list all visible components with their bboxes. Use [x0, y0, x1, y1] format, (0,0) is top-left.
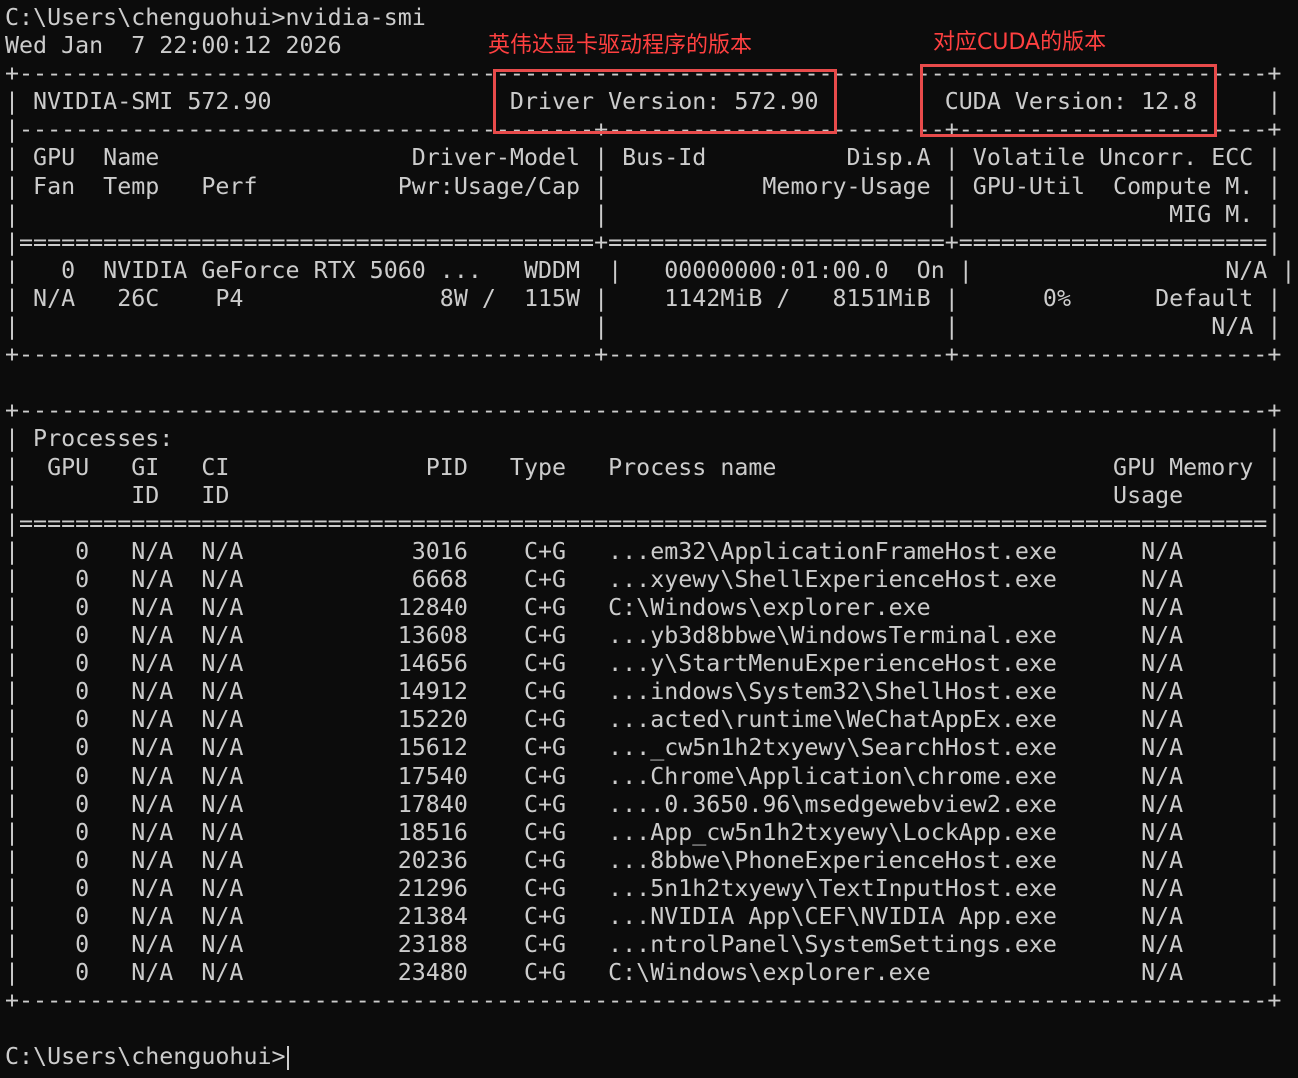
terminal-line: | 0 N/A N/A 23188 C+G ...ntrolPanel\Syst… — [5, 931, 1282, 959]
smi-output: +---------------------------------------… — [5, 60, 1295, 1043]
terminal-line: | GPU Name Driver-Model | Bus-Id Disp.A … — [5, 144, 1282, 172]
terminal-line: | 0 N/A N/A 21384 C+G ...NVIDIA App\CEF\… — [5, 903, 1282, 930]
text-cursor — [286, 1045, 289, 1070]
terminal-line: | 0 N/A N/A 17540 C+G ...Chrome\Applicat… — [5, 762, 1282, 790]
terminal-line: |=======================================… — [5, 228, 1282, 256]
terminal-line: | 0 N/A N/A 14912 C+G ...indows\System32… — [5, 678, 1282, 706]
terminal-line: | N/A 26C P4 8W / 115W | 1142MiB / 8151M… — [5, 284, 1282, 312]
terminal-line: | 0 N/A N/A 18516 C+G ...App_cw5n1h2txye… — [5, 818, 1282, 846]
terminal-line: | 0 N/A N/A 15612 C+G ..._cw5n1h2txyewy\… — [5, 734, 1282, 762]
prompt-text: C:\Users\chenguohui> — [5, 1043, 286, 1071]
terminal-line: | Processes: | — [5, 425, 1282, 453]
terminal-line: | 0 N/A N/A 6668 C+G ...xyewy\ShellExper… — [5, 565, 1282, 593]
final-prompt-line[interactable]: C:\Users\chenguohui> — [5, 1043, 1295, 1071]
cuda-version-annotation: 对应CUDA的版本 — [933, 30, 1107, 55]
command-line: C:\Users\chenguohui>nvidia-smi — [5, 4, 426, 31]
terminal-line: | 0 N/A N/A 12840 C+G C:\Windows\explore… — [5, 593, 1282, 621]
driver-version-highlight-box — [493, 69, 837, 134]
terminal-line: | Fan Temp Perf Pwr:Usage/Cap | Memory-U… — [5, 172, 1282, 200]
terminal-line: | 0 N/A N/A 14656 C+G ...y\StartMenuExpe… — [5, 650, 1282, 678]
terminal-line: | 0 NVIDIA GeForce RTX 5060 ... WDDM | 0… — [5, 256, 1295, 284]
terminal-line: | ID ID Usage | — [5, 481, 1282, 509]
terminal-line: | | | MIG M. | — [5, 200, 1282, 228]
terminal-line: | 0 N/A N/A 23480 C+G C:\Windows\explore… — [5, 959, 1282, 987]
terminal-line: +---------------------------------------… — [5, 987, 1282, 1015]
terminal-line: +---------------------------------------… — [5, 341, 1282, 369]
terminal-line: +---------------------------------------… — [5, 397, 1282, 425]
terminal-line: | 0 N/A N/A 13608 C+G ...yb3d8bbwe\Windo… — [5, 622, 1282, 650]
terminal-line: | GPU GI CI PID Type Process name GPU Me… — [5, 453, 1282, 481]
terminal-line: | 0 N/A N/A 21296 C+G ...5n1h2txyewy\Tex… — [5, 874, 1282, 902]
terminal-line: | 0 N/A N/A 17840 C+G ....0.3650.96\msed… — [5, 790, 1282, 818]
cuda-version-highlight-box — [920, 64, 1217, 137]
terminal-line: | | | N/A | — [5, 313, 1282, 341]
terminal-line: | 0 N/A N/A 20236 C+G ...8bbwe\PhoneExpe… — [5, 846, 1282, 874]
driver-version-annotation: 英伟达显卡驱动程序的版本 — [488, 33, 753, 58]
terminal-line: |=======================================… — [5, 509, 1282, 537]
terminal-line: | 0 N/A N/A 3016 C+G ...em32\Application… — [5, 537, 1282, 565]
terminal-line: | 0 N/A N/A 15220 C+G ...acted\runtime\W… — [5, 706, 1282, 734]
terminal-output: C:\Users\chenguohui>nvidia-smi Wed Jan 7… — [5, 4, 1295, 1072]
